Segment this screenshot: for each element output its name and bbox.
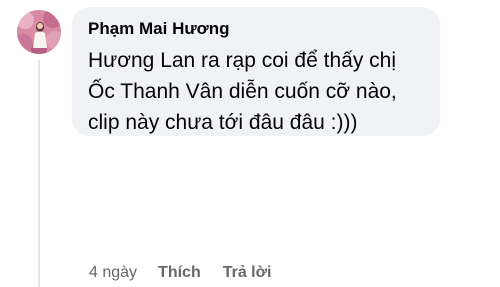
thread-line: [38, 60, 40, 287]
like-button[interactable]: Thích: [158, 262, 201, 284]
reply-button[interactable]: Trả lời: [223, 262, 272, 284]
comment-bubble: Phạm Mai Hương Hương Lan ra rạp coi để t…: [72, 7, 440, 136]
avatar[interactable]: [17, 10, 61, 54]
comment-line: Ốc Thanh Vân diễn cuốn cỡ nào,: [88, 80, 397, 103]
comment-line: Hương Lan ra rạp coi để thấy chị: [88, 49, 396, 72]
comment-thread: Phạm Mai Hương Hương Lan ra rạp coi để t…: [0, 0, 500, 287]
timestamp[interactable]: 4 ngày: [89, 262, 137, 284]
profile-photo-icon: [17, 10, 61, 54]
comment-actions: 4 ngày Thích Trả lời: [89, 262, 271, 284]
comment-line: clip này chưa tới đâu đâu :))): [88, 111, 358, 134]
comment-text: Hương Lan ra rạp coi để thấy chị Ốc Than…: [88, 45, 426, 138]
author-name[interactable]: Phạm Mai Hương: [88, 17, 426, 41]
